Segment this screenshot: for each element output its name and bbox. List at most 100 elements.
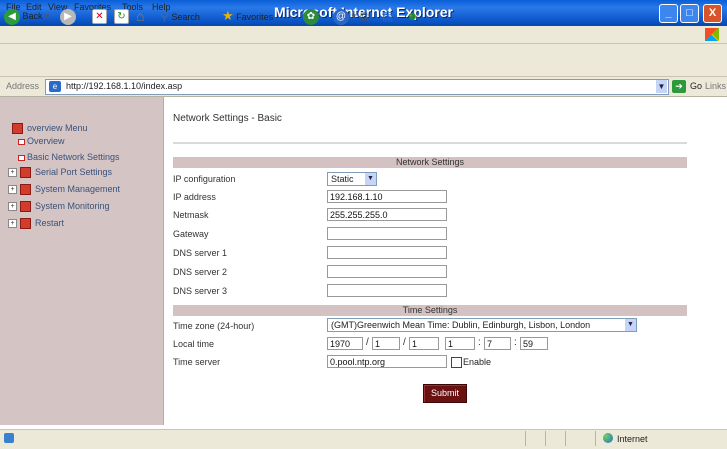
expand-icon[interactable]: + <box>8 219 17 229</box>
favorites-label: Favorites <box>236 12 274 22</box>
ip-configuration-value: Static <box>331 174 354 184</box>
address-url: http://192.168.1.10/index.asp <box>66 81 183 91</box>
windows-logo-icon <box>705 28 719 41</box>
dns-server-3-input[interactable] <box>327 284 447 297</box>
month-input[interactable] <box>372 337 400 350</box>
gateway-input[interactable] <box>327 227 447 240</box>
nav-item-label: Basic Network Settings <box>27 152 120 162</box>
nav-item-basic-network-settings[interactable]: Basic Network Settings <box>18 152 120 162</box>
back-button[interactable]: ◀ Back ▾ <box>4 8 50 25</box>
messenger-button[interactable]: ☻ <box>406 8 419 24</box>
submit-button[interactable]: Submit <box>423 384 467 403</box>
refresh-icon: ↻ <box>114 9 129 25</box>
favorites-star-icon: ★ <box>222 8 234 23</box>
day-input[interactable] <box>409 337 439 350</box>
status-divider <box>525 431 526 446</box>
nav-section-serial-port-settings[interactable]: + Serial Port Settings <box>8 167 113 179</box>
refresh-button[interactable]: ↻ <box>114 8 129 25</box>
ip-configuration-select[interactable]: Static ▼ <box>327 172 377 186</box>
maximize-button[interactable]: □ <box>680 4 699 23</box>
security-zone-label: Internet <box>617 434 648 444</box>
close-button[interactable]: X <box>703 4 722 23</box>
toolbar <box>0 44 727 77</box>
forward-button[interactable]: ▶ <box>60 8 76 25</box>
favorites-button[interactable]: ★ Favorites <box>222 8 273 24</box>
ip-configuration-label: IP configuration <box>173 174 236 184</box>
media-icon: ✿ <box>303 8 319 25</box>
divider <box>173 142 687 144</box>
print-button[interactable]: ⎙ <box>360 8 370 24</box>
enable-checkbox[interactable] <box>451 357 462 368</box>
internet-globe-icon <box>603 433 613 443</box>
gateway-label: Gateway <box>173 229 209 239</box>
date-separator: / <box>403 337 406 348</box>
media-button[interactable]: ✿ <box>303 8 319 25</box>
hour-input[interactable] <box>445 337 475 350</box>
page-icon <box>18 154 25 161</box>
dns-server-2-input[interactable] <box>327 265 447 278</box>
nav-section-label: System Monitoring <box>35 201 110 211</box>
nav-header-label: overview Menu <box>27 123 88 133</box>
chevron-down-icon: ▼ <box>625 319 636 331</box>
page-favicon-icon: e <box>49 81 61 92</box>
time-separator: : <box>478 337 481 348</box>
ip-address-input[interactable] <box>327 190 447 203</box>
nav-section-system-monitoring[interactable]: + System Monitoring <box>8 201 110 213</box>
page-title: Network Settings - Basic <box>173 113 282 124</box>
network-settings-header: Network Settings <box>173 157 687 168</box>
back-arrow-icon: ◀ <box>4 8 20 25</box>
chevron-down-icon: ▼ <box>365 173 376 185</box>
page-icon <box>18 138 25 145</box>
nav-item-label: Overview <box>27 136 65 146</box>
time-zone-select[interactable]: (GMT)Greenwich Mean Time: Dublin, Edinbu… <box>327 318 637 332</box>
address-label: Address <box>6 81 40 91</box>
nav-section-label: Restart <box>35 218 65 228</box>
search-button[interactable]: ⚲ Search <box>160 8 200 24</box>
dns-server-2-label: DNS server 2 <box>173 267 228 277</box>
home-button[interactable]: ⌂ <box>136 8 144 24</box>
local-time-label: Local time <box>173 339 215 349</box>
second-input[interactable] <box>520 337 548 350</box>
mail-button[interactable]: @ ▾ <box>333 8 357 25</box>
netmask-input[interactable] <box>327 208 447 221</box>
back-label: Back <box>22 11 43 21</box>
go-arrow-icon[interactable]: ➔ <box>672 80 686 93</box>
folder-icon <box>20 167 31 179</box>
back-dropdown-icon: ▾ <box>45 11 50 21</box>
home-icon: ⌂ <box>136 8 145 24</box>
year-input[interactable] <box>327 337 363 350</box>
dns-server-1-label: DNS server 1 <box>173 248 228 258</box>
nav-overview-menu[interactable]: overview Menu <box>12 123 88 135</box>
folder-icon <box>20 218 31 230</box>
expand-icon[interactable]: + <box>8 168 17 178</box>
time-zone-label: Time zone (24-hour) <box>173 321 255 331</box>
menu-bar <box>0 26 727 44</box>
expand-icon[interactable]: + <box>8 185 17 195</box>
stop-button[interactable]: ✕ <box>92 8 107 25</box>
folder-icon <box>12 123 23 135</box>
links-button[interactable]: Links <box>705 81 726 91</box>
nav-section-label: System Management <box>35 184 121 194</box>
expand-icon[interactable]: + <box>8 202 17 212</box>
nav-section-system-management[interactable]: + System Management <box>8 184 121 196</box>
enable-label: Enable <box>463 357 492 367</box>
time-server-input[interactable] <box>327 355 447 368</box>
search-icon: ⚲ <box>160 9 169 23</box>
messenger-icon: ☻ <box>406 9 419 23</box>
date-separator: / <box>366 337 369 348</box>
forward-arrow-icon: ▶ <box>60 8 76 25</box>
nav-item-overview[interactable]: Overview <box>18 136 65 146</box>
edit-button[interactable]: ▤ <box>382 8 393 24</box>
time-zone-value: (GMT)Greenwich Mean Time: Dublin, Edinbu… <box>331 320 591 330</box>
minimize-button[interactable]: _ <box>659 4 678 23</box>
minute-input[interactable] <box>484 337 511 350</box>
nav-section-label: Serial Port Settings <box>35 167 113 177</box>
nav-section-restart[interactable]: + Restart <box>8 218 65 230</box>
mail-dropdown-icon: ▾ <box>351 11 357 21</box>
dns-server-1-input[interactable] <box>327 246 447 259</box>
go-button[interactable]: Go <box>690 81 702 91</box>
search-label: Search <box>171 12 200 22</box>
folder-icon <box>20 184 31 196</box>
address-dropdown-icon[interactable]: ▼ <box>656 80 667 93</box>
status-divider <box>595 431 596 446</box>
